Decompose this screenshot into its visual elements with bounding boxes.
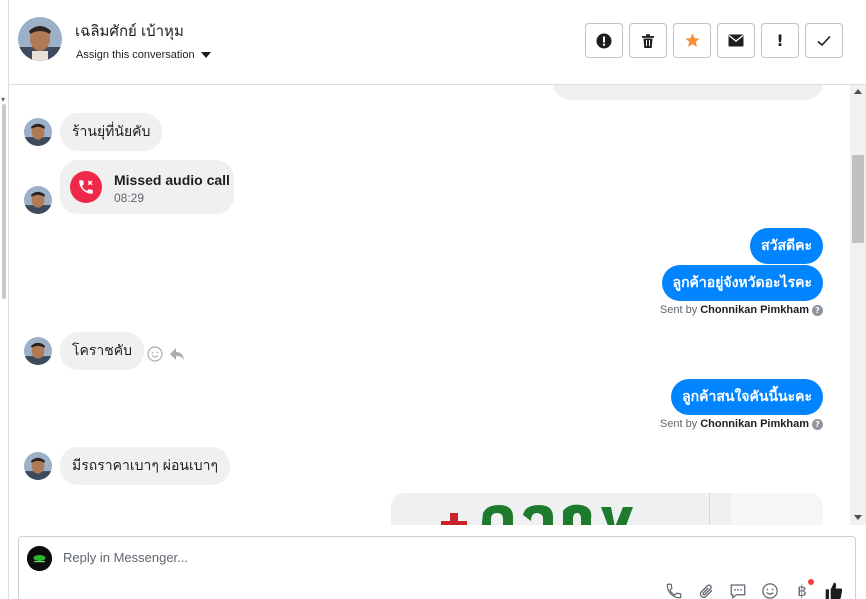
attachment-icon[interactable] (696, 581, 716, 599)
conversation-header: เฉลิมศักย์ เบ้าหุม Assign this conversat… (9, 0, 866, 85)
outgoing-message[interactable]: ลูกค้าอยู่จังหวัดอะไรคะ (661, 265, 823, 301)
react-emoji-icon[interactable] (147, 346, 163, 367)
left-scrollbar-thumb[interactable] (2, 104, 6, 299)
car-ad-image (391, 493, 823, 525)
outgoing-message[interactable]: ลูกค้าสนใจคันนี้นะคะ (671, 379, 823, 415)
reply-input[interactable] (63, 550, 643, 565)
message-thread[interactable]: ร้านยุ่ที่นัยคับ Missed audio call 08:29… (9, 85, 850, 525)
trash-icon (642, 33, 654, 48)
contact-avatar[interactable] (18, 17, 62, 61)
image-attachment[interactable] (391, 493, 823, 525)
incoming-message[interactable]: โคราชคับ (60, 332, 145, 370)
missed-call-time: 08:29 (114, 191, 145, 205)
collapse-arrow-icon[interactable]: ▾ (1, 95, 5, 104)
contact-avatar-small[interactable] (24, 452, 52, 480)
sent-by-prefix: Sent by (659, 304, 698, 316)
emoji-icon[interactable] (760, 581, 780, 599)
sent-by-name: Chonnikan Pimkham (700, 418, 809, 430)
reply-composer: ฿ (18, 536, 856, 599)
incoming-message[interactable]: มีรถราคาเบาๆ ผ่อนเบาๆ (60, 447, 231, 485)
scroll-up-icon[interactable] (854, 89, 862, 94)
page-avatar (27, 546, 52, 571)
exclamation-icon: ! (776, 31, 784, 50)
thread-scrollbar[interactable] (850, 85, 866, 525)
star-icon (684, 33, 700, 47)
sent-by-label: Sent by Chonnikan Pimkham ? (660, 304, 823, 316)
mark-unread-button[interactable] (717, 23, 755, 58)
scrollbar-thumb[interactable] (852, 155, 864, 243)
reply-arrow-icon[interactable] (169, 346, 185, 367)
payment-baht-icon[interactable]: ฿ (792, 579, 814, 599)
left-panel-edge: ▾ (0, 0, 9, 599)
assign-label: Assign this conversation (76, 49, 195, 61)
scroll-down-icon[interactable] (854, 515, 862, 520)
phone-icon[interactable] (664, 581, 684, 599)
composer-tools: ฿ (664, 579, 844, 599)
missed-call-title: Missed audio call (114, 172, 230, 188)
contact-avatar-small[interactable] (24, 118, 52, 146)
envelope-icon (728, 34, 744, 47)
conversation-actions: ! (585, 23, 843, 58)
check-icon (817, 35, 831, 46)
sent-by-label: Sent by Chonnikan Pimkham ? (660, 418, 823, 430)
contact-name: เฉลิมศักย์ เบ้าหุม (75, 23, 184, 40)
help-icon[interactable]: ? (812, 418, 823, 430)
star-button[interactable] (673, 23, 711, 58)
sent-by-prefix: Sent by (659, 418, 698, 430)
missed-call-card[interactable]: Missed audio call 08:29 (60, 160, 234, 214)
saved-replies-icon[interactable] (728, 581, 748, 599)
alert-circle-icon (596, 33, 612, 48)
clipped-message-bubble (553, 85, 823, 100)
notification-dot (808, 579, 814, 585)
outgoing-message[interactable]: สวัสดีคะ (750, 228, 823, 264)
mark-done-button[interactable] (805, 23, 843, 58)
like-icon[interactable] (824, 581, 844, 599)
delete-button[interactable] (629, 23, 667, 58)
caret-down-icon (200, 52, 211, 58)
missed-call-icon (70, 171, 102, 203)
contact-avatar-small[interactable] (24, 186, 52, 214)
help-icon[interactable]: ? (812, 304, 823, 316)
sent-by-name: Chonnikan Pimkham (700, 304, 809, 316)
assign-conversation-dropdown[interactable]: Assign this conversation (76, 49, 211, 61)
incoming-message[interactable]: ร้านยุ่ที่นัยคับ (60, 113, 163, 151)
contact-avatar-small[interactable] (24, 337, 52, 365)
mark-spam-button[interactable] (585, 23, 623, 58)
follow-up-button[interactable]: ! (761, 23, 799, 58)
